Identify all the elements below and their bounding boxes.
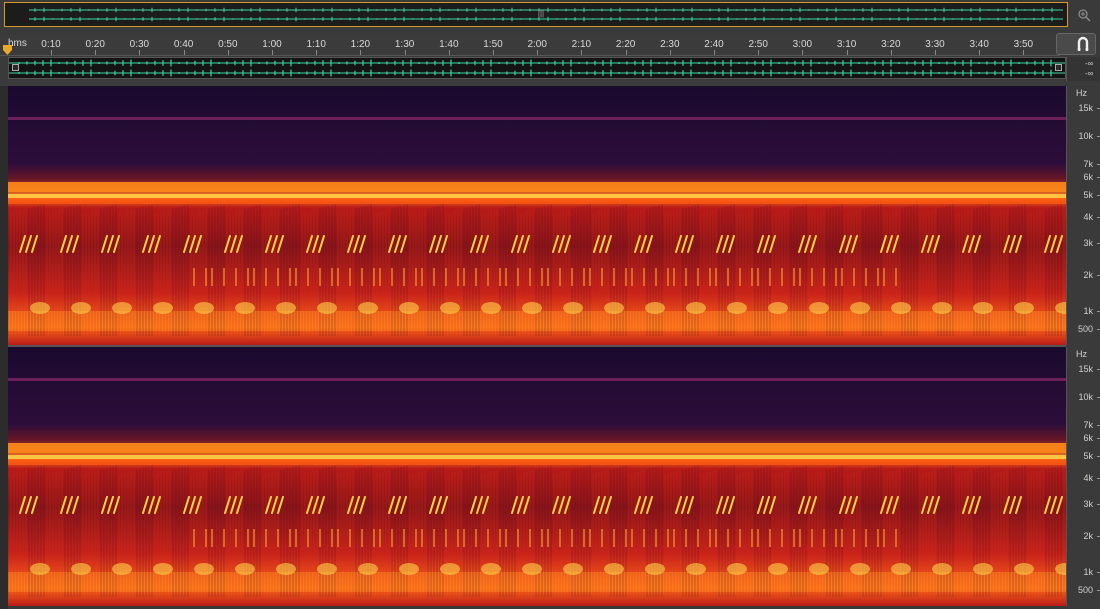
time-tick-label: 1:40: [439, 39, 459, 50]
freq-unit-label: Hz: [1076, 349, 1087, 359]
db-label-bottom: -∞: [1085, 69, 1094, 78]
waveform-display: [9, 59, 1065, 77]
time-tick-label: 2:20: [615, 39, 636, 50]
freq-unit-label: Hz: [1076, 88, 1087, 98]
time-tick-mark: [537, 50, 539, 55]
db-label-top: -∞: [1085, 59, 1094, 68]
frequency-label: 500: [1077, 324, 1093, 334]
frequency-label: 7k: [1083, 420, 1093, 430]
fade-in-handle[interactable]: [12, 64, 19, 71]
audio-editor: ||| hms 0:10 0:20 0:30 0:40 0:50 1:00 1:10 1:20…: [0, 0, 1100, 609]
time-ruler[interactable]: hms 0:10 0:20 0:30 0:40 0:50 1:00 1:10 1:20 1:30…: [0, 35, 1060, 56]
zoom-icon[interactable]: [1077, 8, 1091, 22]
frequency-label: 2k: [1083, 531, 1093, 541]
time-tick-mark: [272, 50, 273, 55]
frequency-label: 2k: [1083, 270, 1093, 280]
time-tick-label: 2:40: [704, 39, 724, 50]
frequency-label: 15k: [1078, 364, 1093, 374]
frequency-label: 1k: [1083, 306, 1093, 316]
frequency-label: 4k: [1083, 473, 1093, 483]
frequency-label: 500: [1077, 585, 1093, 595]
magnet-icon: [1077, 36, 1089, 51]
time-tick-label: 3:20: [881, 39, 901, 50]
stereo-waveform-strip[interactable]: [8, 57, 1066, 79]
time-tick-mark: [890, 50, 892, 55]
playhead-marker-icon[interactable]: [3, 45, 12, 55]
time-tick-mark: [448, 50, 450, 55]
frequency-label: 1k: [1083, 567, 1093, 577]
time-tick-mark: [404, 50, 406, 55]
overview-drag-handle[interactable]: |||: [537, 10, 545, 18]
time-tick-mark: [935, 50, 936, 55]
overview-waveform: [29, 7, 1063, 22]
time-tick-label: 0:40: [173, 39, 194, 50]
time-tick-mark: [581, 50, 583, 55]
time-tick-mark: [183, 50, 185, 55]
overview-navigator[interactable]: |||: [4, 2, 1068, 27]
frequency-label: 6k: [1083, 433, 1093, 443]
time-tick-mark: [51, 50, 52, 55]
frequency-label: 6k: [1083, 172, 1093, 182]
time-tick-label: 0:50: [218, 39, 238, 50]
time-tick-mark: [227, 50, 229, 55]
time-tick-label: 1:50: [483, 39, 503, 50]
frequency-label: 4k: [1083, 212, 1093, 222]
frequency-label: 3k: [1083, 238, 1093, 248]
time-tick-label: 0:20: [85, 39, 105, 50]
time-tick-label: 1:00: [262, 39, 282, 50]
time-tick-mark: [802, 50, 804, 55]
spectrogram-channel-left[interactable]: [8, 86, 1066, 345]
frequency-label: 3k: [1083, 499, 1093, 509]
time-tick-mark: [669, 50, 671, 55]
frequency-label: 15k: [1078, 103, 1093, 113]
time-tick-label: 3:00: [792, 39, 813, 50]
time-tick-mark: [625, 50, 627, 55]
time-tick-label: 2:50: [748, 39, 768, 50]
time-tick-label: 2:30: [660, 39, 680, 50]
time-tick-mark: [493, 50, 494, 55]
frequency-axis-left: Hz 15k 10k 7k 6k 5k 4k 3k 2k 1k 500: [1066, 86, 1100, 345]
spectrogram-channel-right[interactable]: [8, 347, 1066, 606]
time-tick-label: 2:00: [527, 39, 547, 50]
frequency-label: 7k: [1083, 159, 1093, 169]
time-tick-label: 3:10: [836, 39, 857, 50]
time-tick-mark: [139, 50, 141, 55]
frequency-label: 5k: [1083, 451, 1093, 461]
fade-out-handle[interactable]: [1055, 64, 1062, 71]
time-tick-mark: [846, 50, 848, 55]
time-tick-mark: [1023, 50, 1025, 55]
frequency-label: 10k: [1078, 131, 1093, 141]
time-tick-label: 1:30: [394, 39, 415, 50]
time-tick-label: 2:10: [571, 39, 592, 50]
frequency-label: 5k: [1083, 190, 1093, 200]
time-tick-label: 0:30: [129, 39, 150, 50]
time-tick-label: 3:50: [1013, 39, 1034, 50]
db-scale: -∞ -∞: [1066, 57, 1100, 81]
time-tick-label: 3:40: [969, 39, 989, 50]
time-tick-mark: [758, 50, 760, 55]
time-tick-label: 1:20: [350, 39, 371, 50]
frequency-axis-right: Hz 15k 10k 7k 6k 5k 4k 3k 2k 1k 500: [1066, 347, 1100, 606]
time-tick-label: 3:30: [925, 39, 945, 50]
time-tick-mark: [979, 50, 981, 55]
time-tick-mark: [714, 50, 715, 55]
time-tick-label: 1:10: [306, 39, 326, 50]
time-tick-mark: [95, 50, 97, 55]
time-tick-label: 0:10: [41, 39, 61, 50]
time-tick-mark: [316, 50, 318, 55]
frequency-label: 10k: [1078, 392, 1093, 402]
left-gutter: [0, 86, 8, 609]
time-tick-mark: [360, 50, 362, 55]
